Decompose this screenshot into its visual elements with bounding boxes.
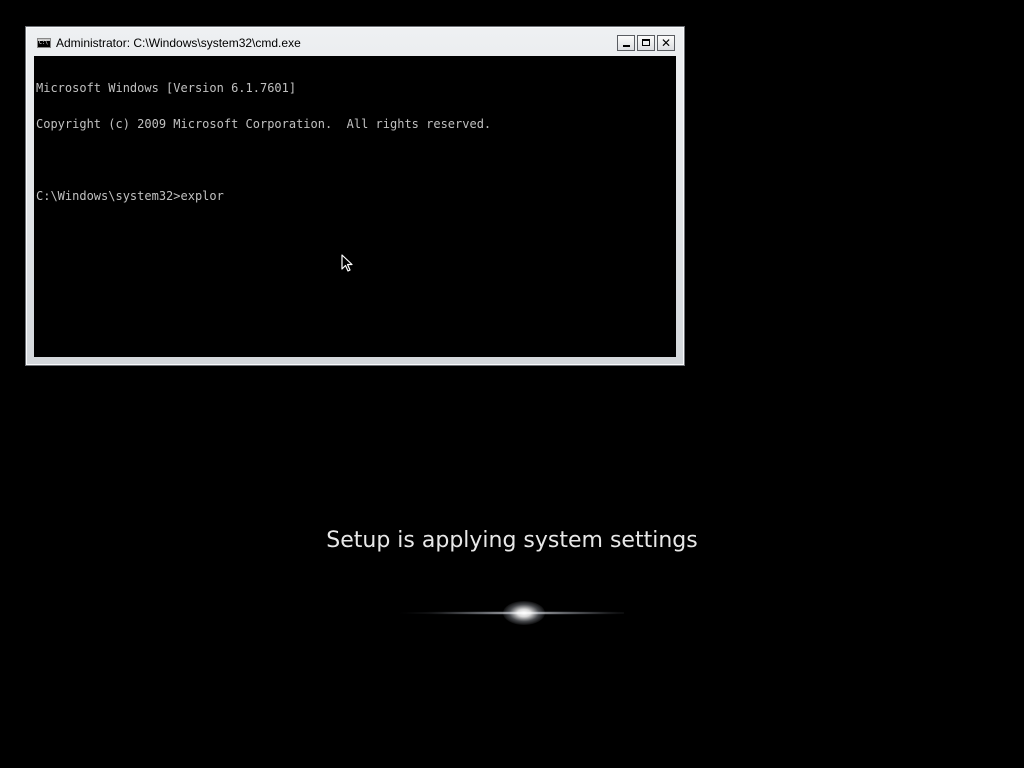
console-app-icon[interactable]	[37, 38, 51, 48]
window-title: Administrator: C:\Windows\system32\cmd.e…	[56, 36, 301, 50]
title-bar[interactable]: Administrator: C:\Windows\system32\cmd.e…	[26, 27, 684, 56]
setup-status-text: Setup is applying system settings	[326, 528, 698, 553]
close-button[interactable]: ✕	[657, 35, 675, 51]
command-prompt-line[interactable]: C:\Windows\system32>explor	[36, 190, 676, 202]
progress-indicator	[400, 596, 624, 630]
mouse-pointer-icon	[341, 254, 353, 272]
maximize-button[interactable]	[637, 35, 655, 51]
window-controls: ✕	[617, 35, 675, 51]
glow-core	[503, 601, 545, 625]
setup-screen: Administrator: C:\Windows\system32\cmd.e…	[0, 0, 1024, 768]
console-line: Copyright (c) 2009 Microsoft Corporation…	[36, 117, 492, 131]
cmd-window[interactable]: Administrator: C:\Windows\system32\cmd.e…	[25, 26, 685, 366]
minimize-button[interactable]	[617, 35, 635, 51]
console-output[interactable]: Microsoft Windows [Version 6.1.7601] Cop…	[34, 56, 676, 357]
console-line: Microsoft Windows [Version 6.1.7601]	[36, 81, 297, 95]
